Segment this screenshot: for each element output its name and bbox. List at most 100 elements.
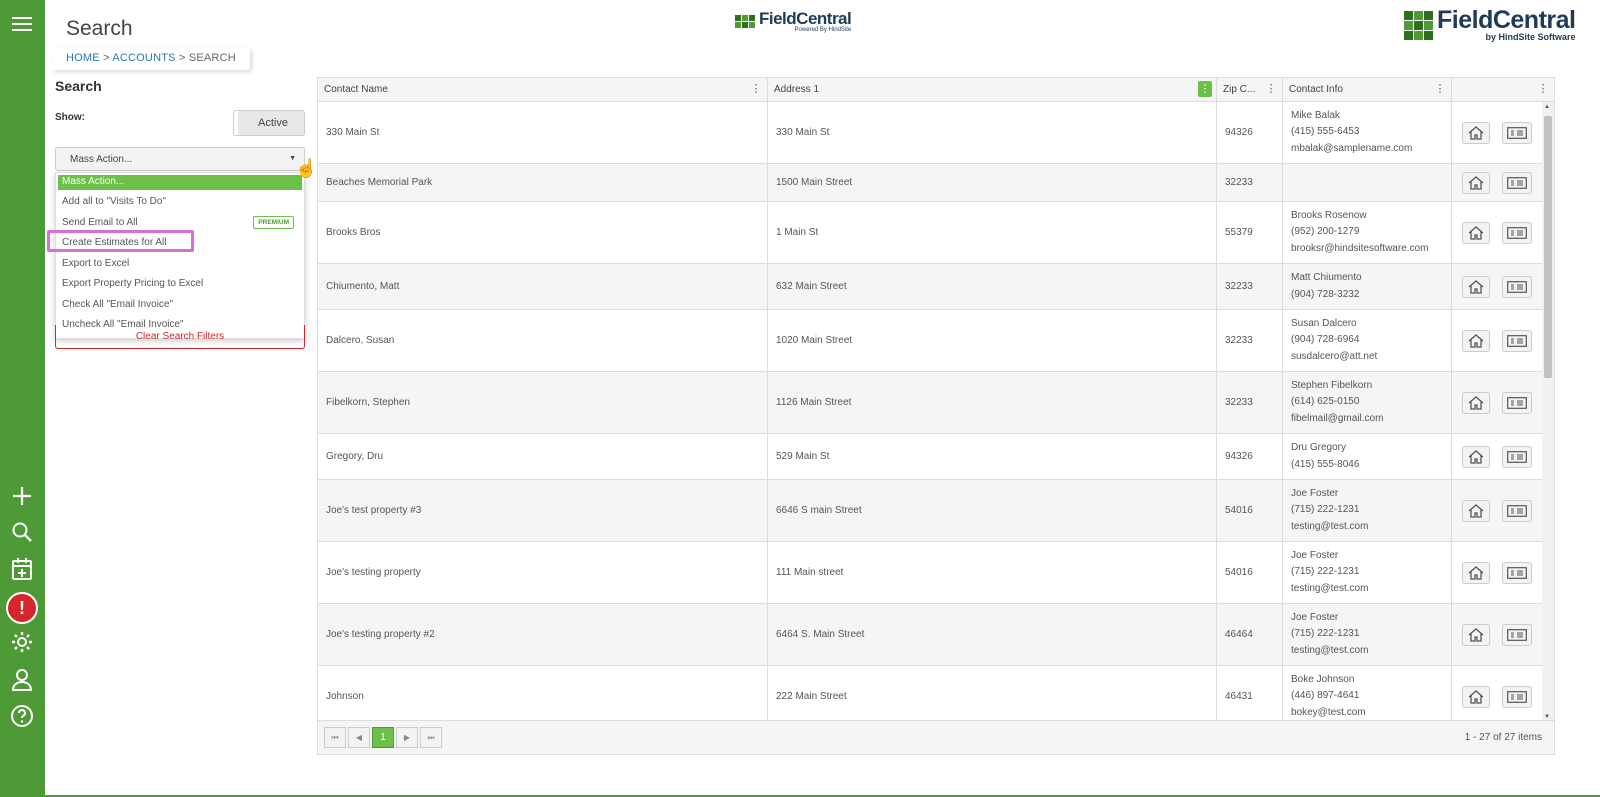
cell-contact-name: Brooks Bros — [318, 202, 768, 263]
column-menu-icon[interactable]: ⋮ — [1198, 81, 1212, 97]
table-row[interactable]: Brooks Bros 1 Main St 55379 Brooks Rosenow (… — [318, 202, 1542, 264]
page-1-button[interactable]: 1 — [372, 727, 394, 748]
user-icon[interactable] — [8, 665, 36, 693]
table-row[interactable]: Dalcero, Susan 1020 Main Street 32233 Susan… — [318, 310, 1542, 372]
home-button[interactable] — [1462, 624, 1490, 646]
contact-info-line: Joe Foster — [1291, 487, 1339, 499]
invoice-button[interactable] — [1502, 122, 1532, 144]
cell-address: 1500 Main Street — [768, 164, 1217, 201]
calendar-add-icon[interactable] — [8, 555, 36, 583]
column-menu-icon[interactable]: ⋮ — [1264, 81, 1278, 97]
home-button[interactable] — [1462, 686, 1490, 708]
grid-header: Contact Name ⋮ Address 1 ⋮ Zip C... ⋮ Co… — [318, 78, 1554, 102]
table-row[interactable]: Johnson 222 Main Street 46431 Boke Johnson (… — [318, 666, 1542, 722]
column-menu-icon[interactable]: ⋮ — [749, 81, 763, 97]
cell-address: 6646 S main Street — [768, 480, 1217, 541]
dropdown-item-create-estimates[interactable]: Create Estimates for All — [47, 230, 304, 254]
invoice-button[interactable] — [1502, 562, 1532, 584]
contact-info-line: Brooks Rosenow — [1291, 209, 1367, 221]
home-button[interactable] — [1462, 222, 1490, 244]
mass-action-value: Mass Action... — [70, 154, 133, 165]
table-row[interactable]: Gregory, Dru 529 Main St 94326 Dru Gregory (… — [318, 434, 1542, 480]
dropdown-item-check-email-invoice[interactable]: Check All "Email Invoice" — [56, 295, 304, 316]
column-header-contact-info[interactable]: Contact Info ⋮ — [1283, 78, 1452, 102]
dropdown-item-add-visits[interactable]: Add all to "Visits To Do" — [56, 192, 304, 213]
table-row[interactable]: Joe's testing property 111 Main street 540… — [318, 542, 1542, 604]
contact-info-line: (904) 728-6964 — [1291, 334, 1360, 346]
table-row[interactable]: Chiumento, Matt 632 Main Street 32233 Matt … — [318, 264, 1542, 310]
breadcrumb-accounts-link[interactable]: ACCOUNTS — [112, 52, 175, 64]
home-icon — [1468, 334, 1484, 348]
table-row[interactable]: Joe's test property #3 6646 S main Street… — [318, 480, 1542, 542]
cell-address: 222 Main Street — [768, 666, 1217, 722]
home-button[interactable] — [1462, 276, 1490, 298]
next-page-button[interactable]: ▶ — [396, 727, 418, 748]
column-header-zip[interactable]: Zip C... ⋮ — [1217, 78, 1283, 102]
home-button[interactable] — [1462, 172, 1490, 194]
dropdown-item-mass-action[interactable]: Mass Action... — [58, 175, 302, 190]
contact-info-line: bokey@test.com — [1291, 706, 1366, 718]
home-button[interactable] — [1462, 562, 1490, 584]
dropdown-item-export-excel[interactable]: Export to Excel — [56, 254, 304, 275]
home-icon — [1468, 280, 1484, 294]
cell-address: 1126 Main Street — [768, 372, 1217, 433]
contact-info-line: susdalcero@att.net — [1291, 350, 1378, 362]
invoice-button[interactable] — [1502, 222, 1532, 244]
add-icon[interactable] — [8, 482, 36, 510]
scroll-thumb[interactable] — [1544, 116, 1552, 378]
invoice-button[interactable] — [1502, 330, 1532, 352]
cell-address: 1 Main St — [768, 202, 1217, 263]
invoice-button[interactable] — [1502, 276, 1532, 298]
cell-contact-info: Joe Foster (715) 222-1231 testing@test.com — [1283, 604, 1452, 665]
settings-icon[interactable] — [8, 628, 36, 656]
breadcrumb-home-link[interactable]: HOME — [66, 52, 100, 64]
cell-contact-info: Brooks Rosenow (952) 200-1279 brooksr@hind… — [1283, 202, 1452, 263]
active-toggle[interactable]: Active — [233, 110, 305, 136]
contact-info-line: brooksr@hindsitesoftware.com — [1291, 242, 1429, 254]
dropdown-item-send-email[interactable]: Send Email to All PREMIUM — [56, 213, 304, 234]
scroll-up-icon[interactable]: ▲ — [1544, 104, 1550, 110]
column-menu-icon[interactable]: ⋮ — [1536, 81, 1550, 97]
home-button[interactable] — [1462, 500, 1490, 522]
cell-contact-name: Beaches Memorial Park — [318, 164, 768, 201]
clear-filters-button[interactable]: Clear Search Filters — [55, 325, 305, 349]
contact-info-line: Susan Dalcero — [1291, 317, 1357, 329]
last-page-button[interactable]: ⏭ — [420, 727, 442, 748]
invoice-button[interactable] — [1502, 686, 1532, 708]
column-menu-icon[interactable]: ⋮ — [1433, 81, 1447, 97]
help-icon[interactable] — [8, 702, 36, 730]
invoice-button[interactable] — [1502, 624, 1532, 646]
cell-zip: 32233 — [1217, 164, 1283, 201]
invoice-button[interactable] — [1502, 446, 1532, 468]
mass-action-select[interactable]: Mass Action... ▼ — [55, 147, 305, 171]
menu-icon[interactable] — [8, 10, 36, 38]
mass-action-dropdown: Mass Action... Add all to "Visits To Do"… — [47, 172, 305, 339]
home-button[interactable] — [1462, 446, 1490, 468]
invoice-button[interactable] — [1502, 172, 1532, 194]
home-button[interactable] — [1462, 330, 1490, 352]
invoice-button[interactable] — [1502, 500, 1532, 522]
cell-contact-info: Dru Gregory (415) 555-8046 — [1283, 434, 1452, 479]
column-header-actions[interactable]: ⋮ — [1452, 78, 1554, 102]
first-page-button[interactable]: ⏮ — [324, 727, 346, 748]
logo-mark-icon — [1404, 10, 1433, 40]
column-header-contact-name[interactable]: Contact Name ⋮ — [318, 78, 768, 102]
vertical-scrollbar[interactable]: ▲ ▼ — [1542, 102, 1554, 722]
table-row[interactable]: Beaches Memorial Park 1500 Main Street 322… — [318, 164, 1542, 202]
cell-zip: 32233 — [1217, 310, 1283, 371]
table-row[interactable]: Fibelkorn, Stephen 1126 Main Street 32233 S… — [318, 372, 1542, 434]
contact-info-line: Mike Balak — [1291, 109, 1340, 121]
left-sidebar: ! — [0, 0, 45, 797]
alert-icon[interactable]: ! — [6, 592, 38, 624]
column-header-address[interactable]: Address 1 ⋮ — [768, 78, 1217, 102]
home-button[interactable] — [1462, 392, 1490, 414]
search-icon[interactable] — [8, 518, 36, 546]
contact-info-line: Joe Foster — [1291, 549, 1339, 561]
dropdown-item-export-pricing[interactable]: Export Property Pricing to Excel — [56, 274, 304, 295]
cell-zip: 94326 — [1217, 102, 1283, 163]
prev-page-button[interactable]: ◀ — [348, 727, 370, 748]
home-button[interactable] — [1462, 122, 1490, 144]
table-row[interactable]: 330 Main St 330 Main St 94326 Mike Balak (41… — [318, 102, 1542, 164]
invoice-button[interactable] — [1502, 392, 1532, 414]
table-row[interactable]: Joe's testing property #2 6464 S. Main St… — [318, 604, 1542, 666]
